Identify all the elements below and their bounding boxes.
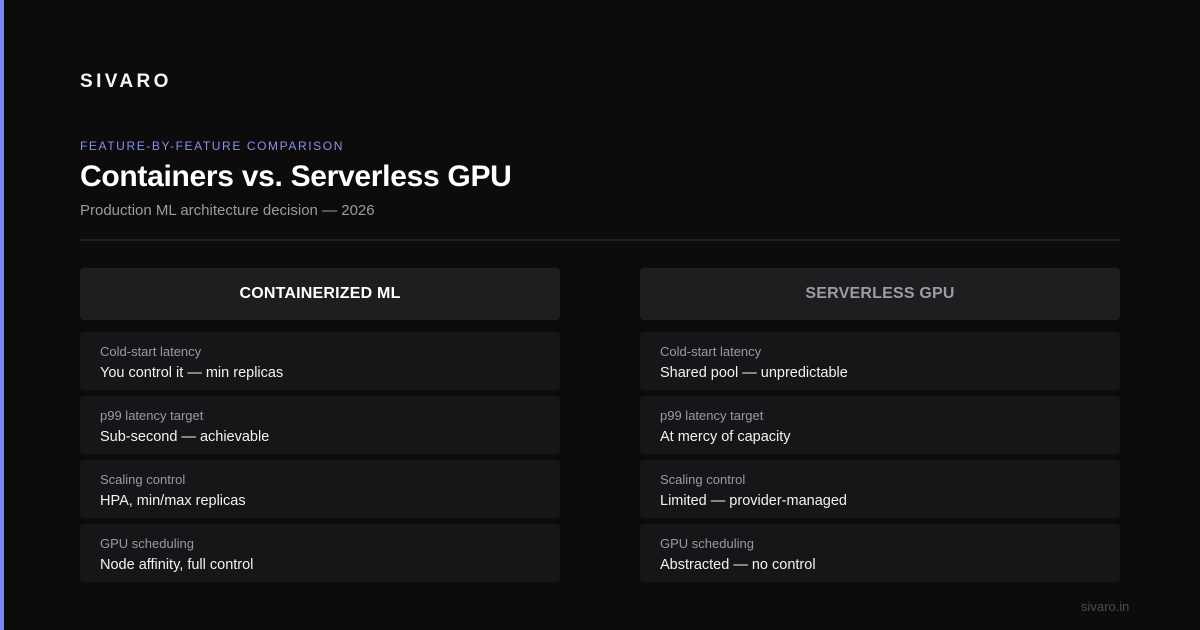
feature-row: Cold-start latency You control it — min …	[80, 332, 560, 390]
accent-bar	[0, 0, 4, 630]
feature-value: Limited — provider-managed	[660, 493, 847, 509]
feature-row: Scaling control HPA, min/max replicas	[80, 460, 560, 518]
feature-value: You control it — min replicas	[100, 365, 284, 381]
feature-row: p99 latency target Sub-second — achievab…	[80, 396, 560, 454]
comparison-column-serverless: SERVERLESS GPU Cold-start latency Shared…	[640, 268, 1120, 588]
feature-label: GPU scheduling	[100, 536, 194, 551]
divider	[80, 239, 1120, 241]
feature-value: Abstracted — no control	[660, 557, 816, 573]
feature-label: Scaling control	[660, 472, 746, 487]
page: SIVARO FEATURE-BY-FEATURE COMPARISON Con…	[0, 0, 1200, 630]
feature-row: p99 latency target At mercy of capacity	[640, 396, 1120, 454]
feature-list: Cold-start latency You control it — min …	[80, 332, 560, 582]
feature-row: Scaling control Limited — provider-manag…	[640, 460, 1120, 518]
brand-logo: SIVARO	[80, 71, 172, 92]
feature-value: Sub-second — achievable	[100, 429, 270, 445]
page-title: Containers vs. Serverless GPU	[80, 160, 512, 193]
feature-label: GPU scheduling	[660, 536, 754, 551]
feature-value: At mercy of capacity	[660, 429, 791, 445]
feature-row: GPU scheduling Node affinity, full contr…	[80, 524, 560, 582]
column-header: SERVERLESS GPU	[640, 268, 1120, 320]
eyebrow-label: FEATURE-BY-FEATURE COMPARISON	[80, 139, 344, 153]
feature-label: p99 latency target	[100, 408, 204, 423]
feature-value: Shared pool — unpredictable	[660, 365, 848, 381]
feature-row: Cold-start latency Shared pool — unpredi…	[640, 332, 1120, 390]
feature-value: Node affinity, full control	[100, 557, 254, 573]
feature-label: p99 latency target	[660, 408, 764, 423]
feature-value: HPA, min/max replicas	[100, 493, 246, 509]
feature-label: Scaling control	[100, 472, 186, 487]
feature-list: Cold-start latency Shared pool — unpredi…	[640, 332, 1120, 582]
feature-label: Cold-start latency	[100, 344, 202, 359]
column-header: CONTAINERIZED ML	[80, 268, 560, 320]
feature-row: GPU scheduling Abstracted — no control	[640, 524, 1120, 582]
feature-label: Cold-start latency	[660, 344, 762, 359]
comparison-column-containerized: CONTAINERIZED ML Cold-start latency You …	[80, 268, 560, 588]
page-subtitle: Production ML architecture decision — 20…	[80, 202, 375, 219]
footer-url: sivaro.in	[1081, 599, 1130, 614]
